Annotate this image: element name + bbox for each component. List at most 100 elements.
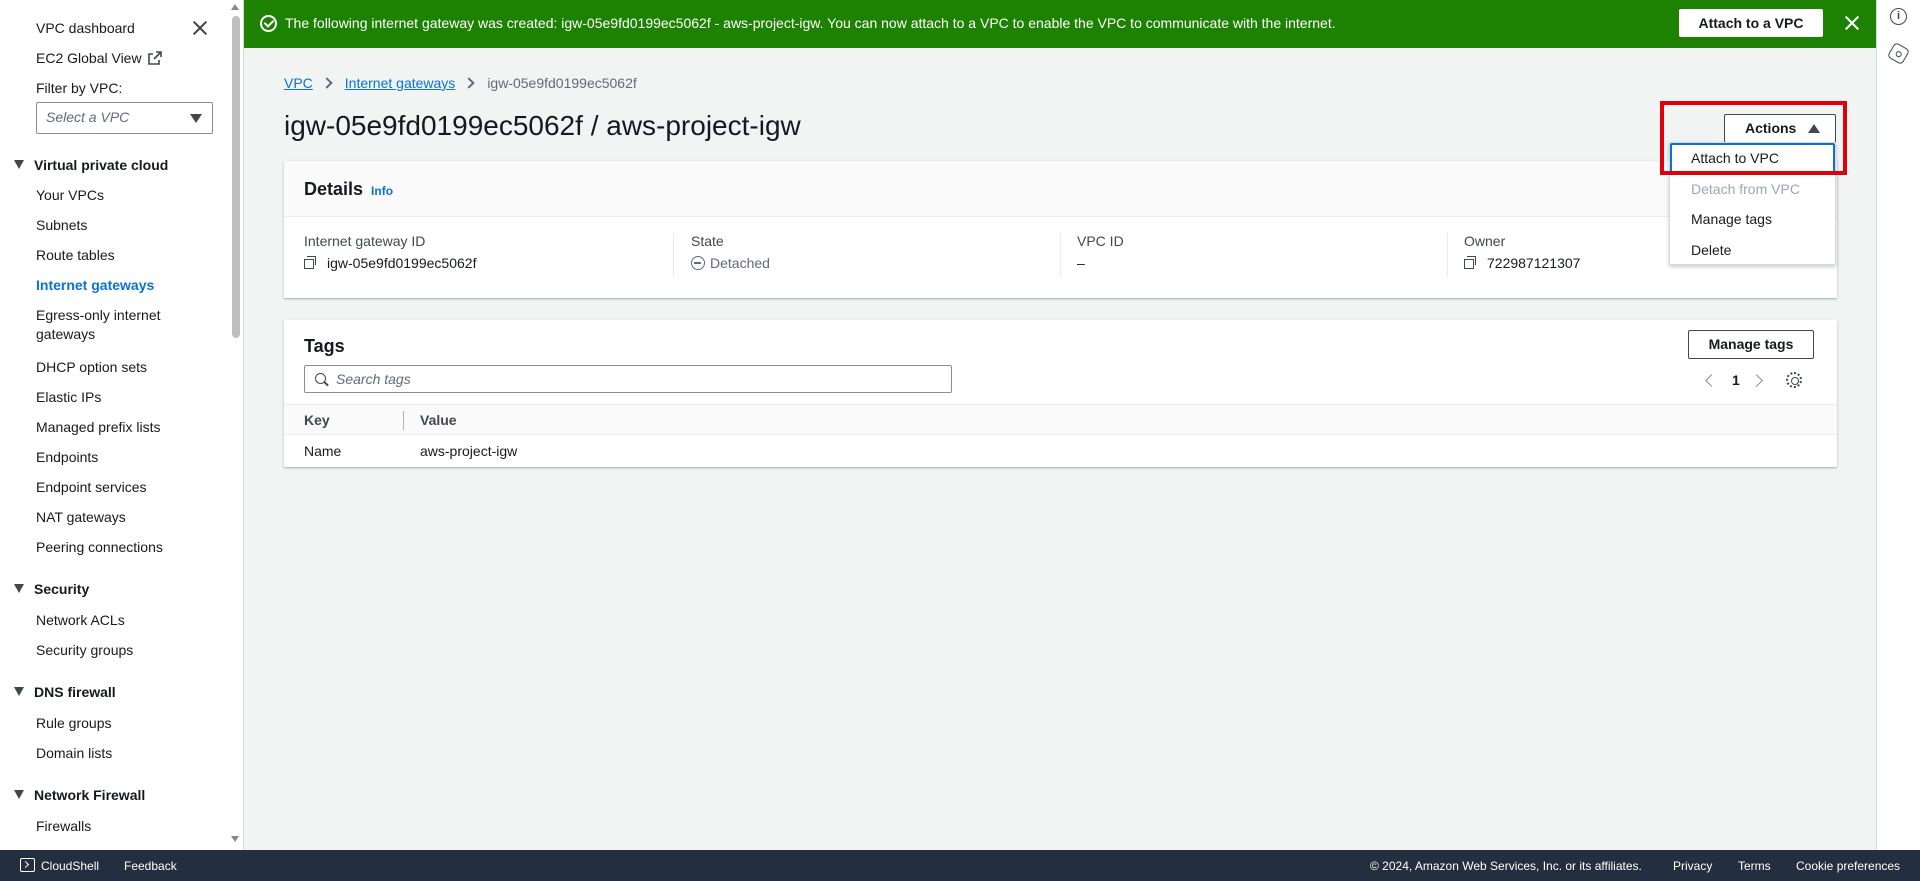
field-label: VPC ID: [1077, 233, 1124, 249]
info-panel-icon[interactable]: [1890, 8, 1907, 25]
tag-value: aws-project-igw: [420, 443, 518, 459]
state-value: Detached: [710, 255, 770, 271]
menu-item-delete[interactable]: Delete: [1670, 235, 1835, 265]
sidebar-item-label-line1: Egress-only internet: [36, 307, 161, 323]
settings-hexagon-icon[interactable]: [1886, 41, 1911, 66]
tag-key: Name: [304, 443, 342, 459]
field-vpc-id: VPC ID –: [1077, 233, 1124, 281]
privacy-link[interactable]: Privacy: [1673, 859, 1712, 873]
copy-icon[interactable]: [1464, 256, 1477, 269]
field-value: igw-05e9fd0199ec5062f: [304, 255, 476, 271]
cloudshell-icon[interactable]: [20, 858, 35, 872]
sidebar-item-egress-only-internet-gateways[interactable]: Egress-only internet gateways: [36, 307, 161, 345]
details-card: Details Info Internet gateway ID igw-05e9…: [284, 161, 1837, 298]
sidebar-item-nat-gateways[interactable]: NAT gateways: [36, 509, 126, 525]
table-header: Key Value: [284, 404, 1837, 435]
breadcrumb-vpc[interactable]: VPC: [284, 75, 313, 91]
caret-down-icon: [14, 160, 24, 169]
sidebar-item-managed-prefix-lists[interactable]: Managed prefix lists: [36, 419, 161, 435]
sidebar-item-vpc-dashboard[interactable]: VPC dashboard: [36, 20, 135, 36]
section-dns-firewall[interactable]: DNS firewall: [14, 684, 116, 700]
section-title: Network Firewall: [34, 787, 146, 803]
column-header-key[interactable]: Key: [304, 412, 330, 428]
column-resizer[interactable]: [403, 411, 404, 430]
scroll-up-icon[interactable]: [231, 4, 239, 10]
column-header-value[interactable]: Value: [420, 412, 457, 428]
sidebar-nav: VPC dashboard EC2 Global View Filter by …: [0, 0, 244, 850]
dismiss-flash-icon[interactable]: [1844, 15, 1860, 31]
cloudshell-link[interactable]: CloudShell: [41, 859, 99, 873]
right-utility-rail: [1876, 0, 1920, 850]
success-flashbar: The following internet gateway was creat…: [244, 0, 1876, 48]
sidebar-item-ec2-global-view[interactable]: EC2 Global View: [36, 50, 162, 66]
chevron-right-icon: [321, 77, 333, 89]
close-sidebar-icon[interactable]: [192, 20, 208, 36]
vpc-filter-placeholder: Select a VPC: [46, 109, 130, 125]
field-owner: Owner 722987121307: [1464, 233, 1580, 281]
attach-to-vpc-flash-button[interactable]: Attach to a VPC: [1679, 9, 1823, 37]
sidebar-scrollbar[interactable]: [229, 0, 241, 850]
section-title: Security: [34, 581, 90, 597]
sidebar-item-label: EC2 Global View: [36, 50, 142, 66]
column-divider: [1447, 233, 1448, 277]
vpc-id-value: –: [1077, 255, 1085, 271]
field-internet-gateway-id: Internet gateway ID igw-05e9fd0199ec5062…: [304, 233, 476, 281]
feedback-link[interactable]: Feedback: [124, 859, 177, 873]
page-title: igw-05e9fd0199ec5062f / aws-project-igw: [284, 110, 801, 141]
info-link[interactable]: Info: [371, 184, 393, 198]
column-divider: [1060, 233, 1061, 277]
sidebar-item-subnets[interactable]: Subnets: [36, 217, 87, 233]
sidebar-item-network-acls[interactable]: Network ACLs: [36, 612, 125, 628]
sidebar-item-security-groups[interactable]: Security groups: [36, 642, 133, 658]
sidebar-item-internet-gateways[interactable]: Internet gateways: [36, 277, 154, 293]
actions-menu: Attach to VPC Detach from VPC Manage tag…: [1669, 142, 1836, 265]
menu-item-detach-from-vpc: Detach from VPC: [1691, 181, 1800, 197]
cookie-preferences-link[interactable]: Cookie preferences: [1796, 859, 1900, 873]
sidebar-item-elastic-ips[interactable]: Elastic IPs: [36, 389, 101, 405]
sidebar-item-route-tables[interactable]: Route tables: [36, 247, 115, 263]
menu-item-attach-to-vpc[interactable]: Attach to VPC: [1670, 143, 1835, 173]
sidebar-item-firewalls[interactable]: Firewalls: [36, 818, 91, 834]
sidebar-item-your-vpcs[interactable]: Your VPCs: [36, 187, 104, 203]
search-icon: [315, 373, 326, 384]
actions-label: Actions: [1745, 120, 1797, 136]
section-title: Virtual private cloud: [34, 157, 169, 173]
console-footer: CloudShell Feedback © 2024, Amazon Web S…: [0, 850, 1920, 881]
caret-down-icon: [14, 790, 24, 799]
sidebar-item-dhcp-option-sets[interactable]: DHCP option sets: [36, 359, 147, 375]
sidebar-item-endpoints[interactable]: Endpoints: [36, 449, 98, 465]
vpc-filter-select[interactable]: Select a VPC: [36, 102, 213, 134]
scrollbar-thumb[interactable]: [232, 16, 240, 338]
filter-by-vpc-label: Filter by VPC:: [36, 80, 123, 96]
tags-card: Tags Manage tags 1 Key Value Name aws-pr…: [284, 320, 1837, 467]
search-tags-field[interactable]: [304, 365, 952, 393]
column-divider: [673, 233, 674, 277]
previous-page-icon[interactable]: [1705, 374, 1718, 387]
sidebar-item-peering-connections[interactable]: Peering connections: [36, 539, 163, 555]
page-number[interactable]: 1: [1732, 372, 1740, 388]
breadcrumb-internet-gateways[interactable]: Internet gateways: [345, 75, 456, 91]
sidebar-item-rule-groups[interactable]: Rule groups: [36, 715, 112, 731]
manage-tags-button[interactable]: Manage tags: [1688, 330, 1814, 359]
sidebar-item-label-line2: gateways: [36, 326, 96, 342]
section-virtual-private-cloud[interactable]: Virtual private cloud: [14, 157, 168, 173]
details-title-text: Details: [304, 179, 364, 199]
gear-icon[interactable]: [1786, 372, 1802, 388]
breadcrumb-current: igw-05e9fd0199ec5062f: [487, 75, 637, 91]
caret-down-icon: [14, 584, 24, 593]
copy-icon[interactable]: [304, 256, 317, 269]
section-security[interactable]: Security: [14, 581, 89, 597]
sidebar-item-domain-lists[interactable]: Domain lists: [36, 745, 112, 761]
actions-button[interactable]: Actions: [1724, 114, 1836, 143]
field-label: State: [691, 233, 724, 249]
menu-item-manage-tags[interactable]: Manage tags: [1670, 204, 1835, 234]
terms-link[interactable]: Terms: [1738, 859, 1771, 873]
scroll-down-icon[interactable]: [231, 836, 239, 842]
chevron-right-icon: [463, 77, 475, 89]
field-state: State Detached: [691, 233, 770, 281]
search-input[interactable]: [336, 370, 936, 388]
sidebar-item-endpoint-services[interactable]: Endpoint services: [36, 479, 147, 495]
detached-status-icon: [691, 256, 705, 270]
section-network-firewall[interactable]: Network Firewall: [14, 787, 145, 803]
next-page-icon[interactable]: [1750, 374, 1763, 387]
